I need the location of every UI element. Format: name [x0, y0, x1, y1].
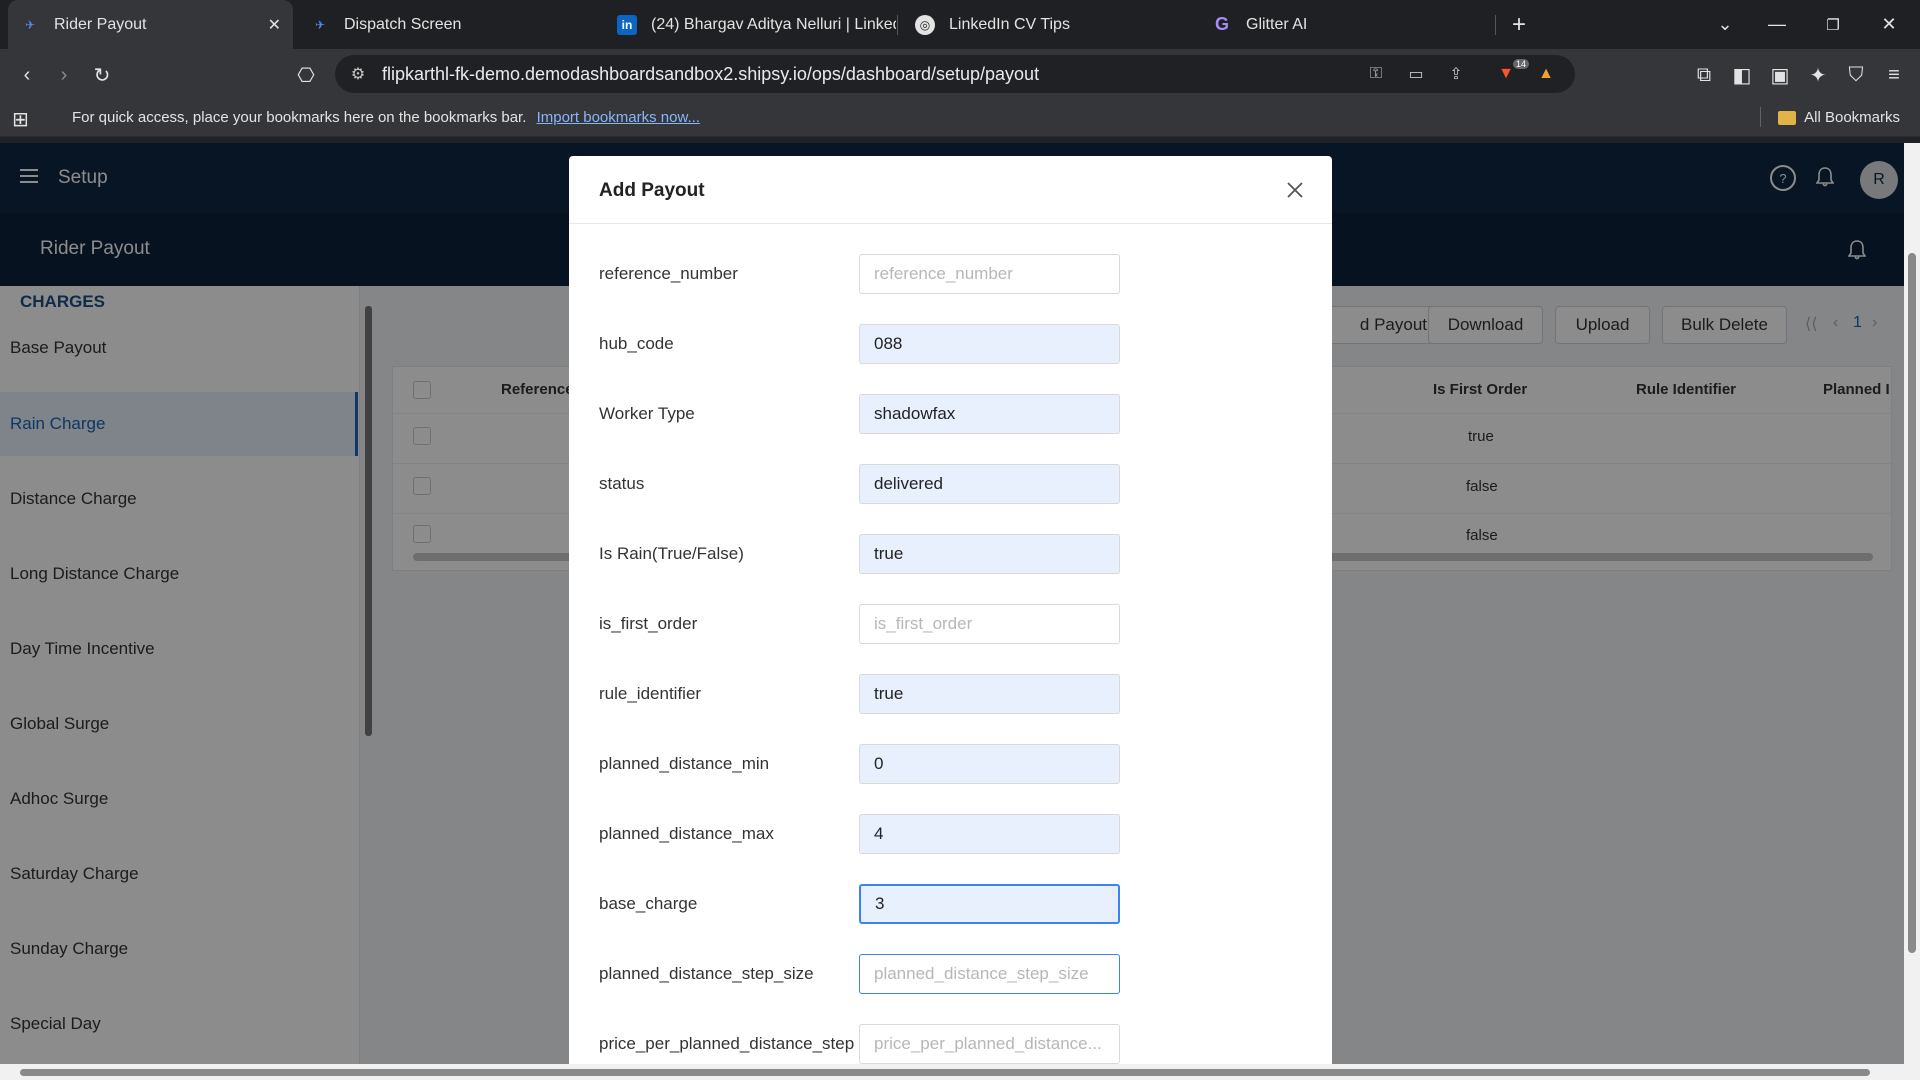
field-label: planned_distance_min — [599, 754, 770, 773]
add-payout-modal: Add Payout reference_number hub_code Wor… — [569, 156, 1332, 1080]
page-vertical-scrollbar[interactable] — [1904, 143, 1920, 1080]
is-first-order-input[interactable] — [859, 604, 1120, 644]
planned-distance-max-input[interactable] — [859, 814, 1120, 854]
leo-ai-icon[interactable]: ✦ — [1802, 59, 1834, 91]
field-label: hub_code — [599, 334, 674, 353]
field-label: planned_distance_max — [599, 824, 774, 843]
folder-icon — [1778, 110, 1797, 125]
scrollbar-thumb[interactable] — [20, 1069, 1870, 1076]
extensions-icon[interactable]: ⧉ — [1688, 59, 1720, 91]
form-row-planned-distance-step-size: planned_distance_step_size — [599, 954, 1299, 994]
address-toolbar: ‹ › ↻ ⎔ ⚙ flipkarthl-fk-demo.demodashboa… — [0, 49, 1920, 99]
password-key-icon[interactable]: ⚿ — [1365, 63, 1387, 85]
reload-icon[interactable]: ↻ — [86, 59, 118, 91]
shields-count-badge: 14 — [1513, 59, 1530, 69]
modal-title: Add Payout — [599, 180, 705, 201]
forward-icon[interactable]: › — [48, 59, 80, 91]
scrollbar-thumb[interactable] — [1908, 253, 1916, 953]
field-label: price_per_planned_distance_step — [599, 1034, 855, 1053]
minimize-icon[interactable]: — — [1754, 0, 1800, 49]
rule-identifier-input[interactable] — [859, 674, 1120, 714]
form-row-is-first-order: is_first_order — [599, 604, 1299, 644]
field-label: Is Rain(True/False) — [599, 544, 744, 563]
apps-grid-icon[interactable]: ⊞ — [12, 107, 29, 132]
back-icon[interactable]: ‹ — [11, 59, 43, 91]
openai-icon: ◎ — [915, 14, 935, 35]
form-row-worker-type: Worker Type — [599, 394, 1299, 434]
tab-label: Dispatch Screen — [344, 15, 462, 33]
bookmarks-message-text: For quick access, place your bookmarks h… — [72, 109, 527, 126]
vpn-shield-icon[interactable]: ⛉ — [1840, 59, 1872, 91]
share-icon[interactable]: ⇪ — [1445, 63, 1467, 85]
field-label: rule_identifier — [599, 684, 702, 703]
new-tab-icon[interactable]: + — [1496, 0, 1542, 49]
tab-label: LinkedIn CV Tips — [949, 15, 1070, 33]
is-rain-input[interactable] — [859, 534, 1120, 574]
tab-search-chevron-icon[interactable]: ⌄ — [1702, 0, 1748, 49]
form-row-planned-distance-min: planned_distance_min — [599, 744, 1299, 784]
field-label: Worker Type — [599, 404, 695, 423]
omnibox[interactable]: ⚙ flipkarthl-fk-demo.demodashboardsandbo… — [335, 55, 1575, 93]
field-label: base_charge — [599, 894, 698, 913]
planned-distance-min-input[interactable] — [859, 744, 1120, 784]
wallet-icon[interactable]: ▣ — [1764, 59, 1796, 91]
bookmarks-bar: ⊞ For quick access, place your bookmarks… — [0, 99, 1920, 137]
tab-rider-payout[interactable]: ✈ Rider Payout ✕ — [8, 0, 293, 49]
form-row-reference-number: reference_number — [599, 254, 1299, 294]
form-row-rule-identifier: rule_identifier — [599, 674, 1299, 714]
tab-label: (24) Bhargav Aditya Nelluri | LinkedI — [651, 15, 896, 33]
reference-number-input[interactable] — [859, 254, 1120, 294]
browser-tab-bar: ✈ Rider Payout ✕ ✈ Dispatch Screen in (2… — [0, 0, 1920, 49]
tab-dispatch-screen[interactable]: ✈ Dispatch Screen — [310, 0, 600, 49]
tab-separator — [897, 15, 898, 35]
form-row-base-charge: base_charge — [599, 884, 1299, 924]
tab-linkedin-cv-tips[interactable]: ◎ LinkedIn CV Tips — [915, 0, 1205, 49]
all-bookmarks-label: All Bookmarks — [1804, 109, 1900, 126]
modal-header: Add Payout — [569, 156, 1332, 224]
close-tab-icon[interactable]: ✕ — [268, 15, 281, 35]
tab-glitter-ai[interactable]: G Glitter AI — [1212, 0, 1502, 49]
import-bookmarks-link[interactable]: Import bookmarks now... — [537, 109, 700, 126]
shipsy-favicon-icon: ✈ — [314, 17, 326, 32]
tab-label: Rider Payout — [54, 15, 147, 33]
tab-linkedin-profile[interactable]: in (24) Bhargav Aditya Nelluri | LinkedI — [617, 0, 907, 49]
form-row-status: status — [599, 464, 1299, 504]
brave-rewards-icon[interactable]: ▲ — [1535, 63, 1557, 85]
form-row-price-per-planned-distance-step: price_per_planned_distance_step — [599, 1024, 1299, 1064]
all-bookmarks-button[interactable]: All Bookmarks — [1778, 109, 1900, 126]
field-label: status — [599, 474, 645, 493]
restore-icon[interactable]: ❐ — [1810, 0, 1856, 49]
status-input[interactable] — [859, 464, 1120, 504]
site-info-icon[interactable]: ⚙ — [347, 63, 369, 85]
page-horizontal-scrollbar[interactable] — [0, 1064, 1904, 1080]
bookmarks-message: For quick access, place your bookmarks h… — [72, 109, 700, 126]
bookmark-icon[interactable]: ⎔ — [290, 59, 322, 91]
bookmarks-divider — [1760, 107, 1761, 127]
form-row-hub-code: hub_code — [599, 324, 1299, 364]
field-label: planned_distance_step_size — [599, 964, 814, 983]
shipsy-favicon-icon: ✈ — [24, 17, 36, 32]
tab-label: Glitter AI — [1246, 15, 1308, 33]
worker-type-input[interactable] — [859, 394, 1120, 434]
close-icon[interactable] — [1283, 178, 1307, 202]
cast-icon[interactable]: ▭ — [1405, 63, 1427, 85]
linkedin-icon: in — [617, 14, 637, 35]
hub-code-input[interactable] — [859, 324, 1120, 364]
field-label: is_first_order — [599, 614, 698, 633]
sidebar-toggle-icon[interactable]: ◧ — [1726, 59, 1758, 91]
url-text: flipkarthl-fk-demo.demodashboardsandbox2… — [382, 63, 1040, 84]
form-row-is-rain: Is Rain(True/False) — [599, 534, 1299, 574]
menu-icon[interactable]: ≡ — [1878, 59, 1910, 91]
glitter-icon: G — [1214, 14, 1229, 34]
price-per-planned-distance-step-input[interactable] — [859, 1024, 1120, 1064]
planned-distance-step-size-input[interactable] — [859, 954, 1120, 994]
form-row-planned-distance-max: planned_distance_max — [599, 814, 1299, 854]
base-charge-input[interactable] — [859, 884, 1120, 924]
window-close-icon[interactable]: ✕ — [1866, 0, 1912, 49]
field-label: reference_number — [599, 264, 738, 283]
